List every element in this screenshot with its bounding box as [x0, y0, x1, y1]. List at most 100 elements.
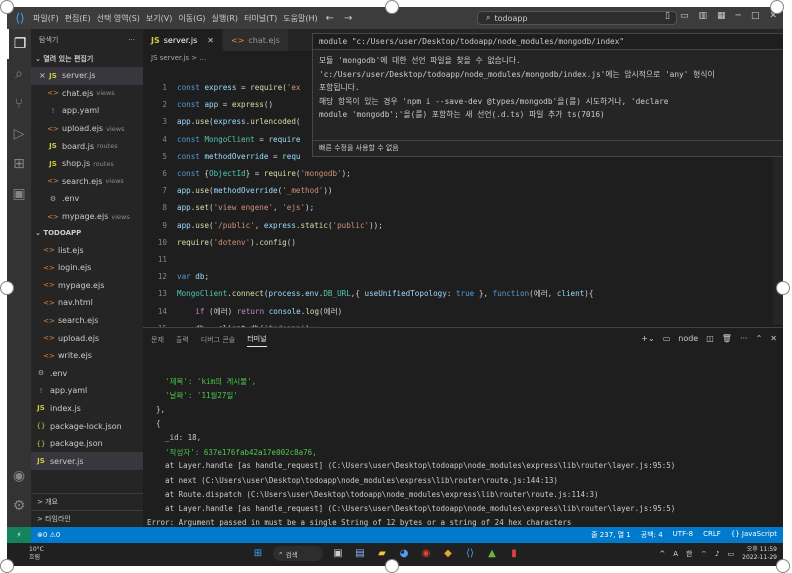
forward-arrow-icon[interactable]: →: [344, 13, 352, 24]
add-terminal-icon[interactable]: +⌄: [641, 334, 654, 343]
back-arrow-icon[interactable]: ←: [326, 13, 334, 24]
file-tree-item[interactable]: {} package.json: [31, 435, 143, 453]
taskbar-search[interactable]: ⌕ 검색: [273, 546, 323, 561]
menu-item[interactable]: 터미널(T): [244, 13, 277, 24]
volume-icon[interactable]: ♪: [715, 550, 719, 558]
menu-item[interactable]: 보기(V): [146, 13, 172, 24]
editor-tab[interactable]: JS server.js ✕: [143, 29, 223, 51]
menu-item[interactable]: 편집(E): [65, 13, 91, 24]
file-tree-item[interactable]: ! app.yaml: [31, 382, 143, 400]
vscode-taskbar-icon[interactable]: ⟨⟩: [463, 547, 477, 561]
close-icon[interactable]: ✕: [770, 334, 777, 343]
selection-handle[interactable]: [0, 559, 14, 573]
windows-start-icon[interactable]: ⊞: [251, 547, 265, 561]
app-icon[interactable]: ▲: [485, 547, 499, 561]
input-mode-icon[interactable]: A: [673, 550, 678, 558]
ime-icon[interactable]: 한: [686, 549, 692, 559]
selection-handle[interactable]: [770, 0, 784, 14]
selection-handle[interactable]: [385, 559, 399, 573]
command-center[interactable]: ⌕ todoapp: [477, 11, 677, 25]
remote-icon[interactable]: ⚡: [7, 527, 31, 543]
remote-explorer-icon[interactable]: ▣: [7, 179, 31, 209]
open-editor-item[interactable]: ⚙ .env: [31, 190, 143, 208]
open-editor-item[interactable]: <> upload.ejs views: [31, 120, 143, 138]
run-debug-icon[interactable]: ▷: [7, 119, 31, 149]
sidebar-footer-section[interactable]: > 타임라인: [31, 510, 143, 527]
file-tree-item[interactable]: <> mypage.ejs: [31, 277, 143, 295]
battery-icon[interactable]: ▭: [728, 550, 735, 558]
more-actions-icon[interactable]: ···: [128, 36, 135, 44]
maximize-button[interactable]: □: [751, 11, 760, 21]
app-icon[interactable]: ▮: [507, 547, 521, 561]
selection-handle[interactable]: [0, 0, 14, 14]
close-icon[interactable]: ✕: [207, 36, 214, 45]
selection-handle[interactable]: [776, 559, 790, 573]
panel-tab[interactable]: 출력: [176, 335, 189, 345]
open-editor-item[interactable]: <> mypage.ejs views: [31, 208, 143, 226]
status-item[interactable]: {} JavaScript: [731, 530, 777, 540]
clock[interactable]: 오후 11:59 2022-11-29: [742, 546, 777, 562]
editor-tab[interactable]: <> chat.ejs: [222, 29, 289, 51]
open-editor-item[interactable]: <> chat.ejs views: [31, 85, 143, 103]
terminal-shell-label[interactable]: node: [678, 334, 698, 343]
layout-icon[interactable]: ▥: [698, 11, 707, 21]
status-item[interactable]: UTF-8: [673, 530, 693, 540]
status-item[interactable]: CRLF: [703, 530, 721, 540]
file-tree-item[interactable]: <> search.ejs: [31, 312, 143, 330]
more-actions-icon[interactable]: ···: [740, 334, 748, 343]
file-tree-item[interactable]: {} package-lock.json: [31, 417, 143, 435]
edge-icon[interactable]: ◕: [397, 547, 411, 561]
trash-icon[interactable]: 🗑: [722, 334, 732, 343]
selection-handle[interactable]: [0, 281, 14, 295]
open-editor-item[interactable]: JS shop.js routes: [31, 155, 143, 173]
open-editor-item[interactable]: <> search.ejs views: [31, 173, 143, 191]
selection-handle[interactable]: [776, 281, 790, 295]
status-item[interactable]: 공백: 4: [641, 530, 663, 540]
quick-fix-label[interactable]: 빠른 수정을 사용할 수 없음: [313, 140, 783, 156]
sidebar-footer-section[interactable]: > 개요: [31, 493, 143, 510]
chat-icon[interactable]: ▤: [353, 547, 367, 561]
panel-tab[interactable]: 터미널: [247, 334, 267, 347]
minimize-button[interactable]: ─: [736, 11, 741, 21]
task-view-icon[interactable]: ▣: [331, 547, 345, 561]
open-editor-item[interactable]: × JS server.js: [31, 67, 143, 85]
search-icon[interactable]: ⌕: [7, 59, 31, 89]
menu-item[interactable]: 도움말(H): [283, 13, 317, 24]
menu-item[interactable]: 선택 영역(S): [97, 13, 140, 24]
file-tree-item[interactable]: <> upload.ejs: [31, 329, 143, 347]
problems-count[interactable]: ⊗0 ⚠0: [37, 531, 60, 539]
status-item[interactable]: 줄 237, 열 1: [591, 530, 631, 540]
file-tree-item[interactable]: ⚙ .env: [31, 365, 143, 383]
menu-item[interactable]: 이동(G): [178, 13, 205, 24]
weather-widget[interactable]: 10°C 흐림: [29, 546, 44, 562]
panel-toggle-icon[interactable]: ▭: [680, 11, 689, 21]
project-section[interactable]: ⌄ TODOAPP: [31, 225, 143, 241]
file-tree-item[interactable]: <> write.ejs: [31, 347, 143, 365]
app-icon[interactable]: ◆: [441, 547, 455, 561]
panel-tab[interactable]: 디버그 콘솔: [201, 335, 235, 345]
gear-icon[interactable]: ⚙: [7, 491, 31, 521]
wifi-icon[interactable]: ⌔: [700, 550, 707, 559]
file-tree-item[interactable]: <> nav.html: [31, 294, 143, 312]
chevron-up-icon[interactable]: ⌃: [756, 334, 763, 343]
open-editors-section[interactable]: ⌄ 열려 있는 편집기: [31, 51, 143, 67]
menu-item[interactable]: 실행(R): [212, 13, 239, 24]
panel-tab[interactable]: 문제: [151, 335, 164, 345]
open-editor-item[interactable]: ! app.yaml: [31, 102, 143, 120]
customize-layout-icon[interactable]: ▦: [717, 11, 726, 21]
tray-expand-icon[interactable]: ^: [659, 550, 665, 558]
chrome-icon[interactable]: ◉: [419, 547, 433, 561]
extensions-icon[interactable]: ⊞: [7, 149, 31, 179]
menu-item[interactable]: 파일(F): [33, 13, 59, 24]
layout-toggle-icon[interactable]: ▯: [665, 11, 670, 21]
file-tree-item[interactable]: <> list.ejs: [31, 241, 143, 259]
selection-handle[interactable]: [385, 0, 399, 14]
explorer-icon[interactable]: ❐: [7, 29, 31, 59]
open-editor-item[interactable]: JS board.js routes: [31, 137, 143, 155]
file-tree-item[interactable]: JS server.js: [31, 452, 143, 471]
file-tree-item[interactable]: <> login.ejs: [31, 259, 143, 277]
file-explorer-icon[interactable]: ▰: [375, 547, 389, 561]
source-control-icon[interactable]: ⑂: [7, 89, 31, 119]
account-icon[interactable]: ◉: [7, 461, 31, 491]
file-tree-item[interactable]: JS index.js: [31, 400, 143, 418]
